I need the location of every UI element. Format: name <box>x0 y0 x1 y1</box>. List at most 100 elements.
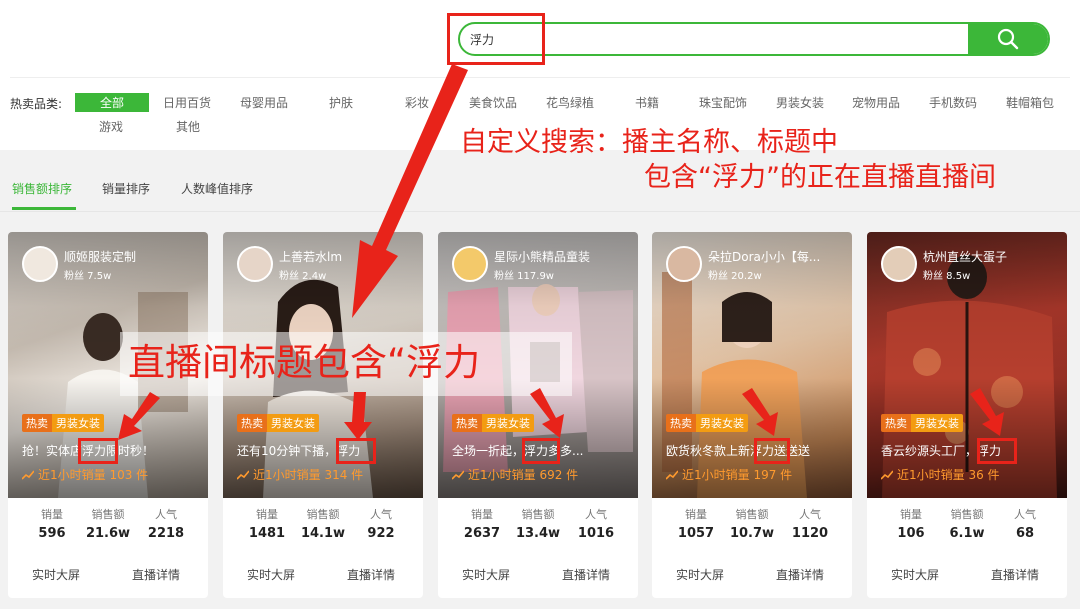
live-detail-link[interactable]: 直播详情 <box>132 566 180 583</box>
cover-image[interactable]: 杭州直丝大蛋子 粉丝 8.5w 热卖 男装女装 香云纱源头工厂，浮力 近1小时销… <box>867 232 1067 498</box>
category-skincare[interactable]: 护肤 <box>329 94 353 111</box>
hot-tag: 热卖 <box>666 414 696 432</box>
tab-sort-sales[interactable]: 销量排序 <box>102 180 150 197</box>
stat-value: 6.1w <box>949 526 985 541</box>
stat-label: 销售额 <box>521 508 555 521</box>
realtime-screen-link[interactable]: 实时大屏 <box>462 566 510 583</box>
live-room-card[interactable]: 上善若水lm 粉丝 2.4w 热卖 男装女装 还有10分钟下播，浮力 近1小时销… <box>223 232 423 598</box>
live-detail-link[interactable]: 直播详情 <box>347 566 395 583</box>
annotation-overlay-text: 直播间标题包含“浮力 <box>128 341 481 384</box>
hot-tag: 热卖 <box>881 414 911 432</box>
stat-value: 2218 <box>147 526 185 541</box>
search-button[interactable] <box>968 24 1048 54</box>
stat-value: 1481 <box>248 526 286 541</box>
category-tag: 男装女装 <box>911 414 963 432</box>
stats-row: 销量 1057 销售额 10.7w 人气 1120 <box>652 506 852 546</box>
anchor-name: 朵拉Dora小小【每... <box>708 250 821 264</box>
keyword-highlight-box <box>754 438 790 464</box>
realtime-screen-link[interactable]: 实时大屏 <box>247 566 295 583</box>
hourly-sales-text: 近1小时销量 36 件 <box>897 468 1000 482</box>
tag-group: 热卖 男装女装 <box>666 414 748 432</box>
stat-sales: 销量 1481 <box>237 506 297 541</box>
category-digital[interactable]: 手机数码 <box>929 94 977 111</box>
hourly-sales: 近1小时销量 103 件 <box>22 466 148 483</box>
avatar <box>452 246 488 282</box>
search-icon <box>997 28 1019 50</box>
category-makeup[interactable]: 彩妆 <box>405 94 429 111</box>
category-all[interactable]: 全部 <box>75 93 149 112</box>
active-tab-indicator <box>12 207 76 210</box>
hourly-sales-text: 近1小时销量 197 件 <box>682 468 793 482</box>
stat-label: 销售额 <box>735 508 769 521</box>
avatar <box>237 246 273 282</box>
stat-value: 68 <box>1015 526 1035 541</box>
category-plants[interactable]: 花鸟绿植 <box>546 94 594 111</box>
stat-popularity: 人气 2218 <box>136 506 196 541</box>
annotation-line-1: 自定义搜索：播主名称、标题中 <box>460 127 838 158</box>
stat-label: 人气 <box>1014 508 1036 521</box>
stat-value: 596 <box>38 526 66 541</box>
live-title: 还有10分钟下播，浮力 <box>237 444 361 458</box>
category-books[interactable]: 书籍 <box>635 94 659 111</box>
fans-count: 粉丝 7.5w <box>64 271 112 282</box>
tab-sort-revenue[interactable]: 销售额排序 <box>12 180 72 197</box>
stat-label: 销量 <box>256 508 278 521</box>
stat-value: 922 <box>367 526 395 541</box>
category-tag: 男装女装 <box>482 414 534 432</box>
keyword-highlight-box <box>336 438 376 464</box>
search-input[interactable] <box>470 24 970 54</box>
card-actions: 实时大屏 直播详情 <box>223 566 423 586</box>
card-actions: 实时大屏 直播详情 <box>8 566 208 586</box>
category-games[interactable]: 游戏 <box>99 118 123 135</box>
stat-sales: 销量 1057 <box>666 506 726 541</box>
stat-label: 人气 <box>585 508 607 521</box>
hourly-sales: 近1小时销量 36 件 <box>881 466 1000 483</box>
realtime-screen-link[interactable]: 实时大屏 <box>32 566 80 583</box>
live-room-card[interactable]: 顺姬服装定制 粉丝 7.5w 热卖 男装女装 抢！实体店浮力限时秒！ 近1小时销… <box>8 232 208 598</box>
tag-group: 热卖 男装女装 <box>452 414 534 432</box>
realtime-screen-link[interactable]: 实时大屏 <box>891 566 939 583</box>
live-room-card[interactable]: 杭州直丝大蛋子 粉丝 8.5w 热卖 男装女装 香云纱源头工厂，浮力 近1小时销… <box>867 232 1067 598</box>
trend-icon <box>22 469 34 480</box>
tag-group: 热卖 男装女装 <box>237 414 319 432</box>
divider <box>0 211 1080 212</box>
hourly-sales-text: 近1小时销量 692 件 <box>468 468 579 482</box>
live-detail-link[interactable]: 直播详情 <box>991 566 1039 583</box>
stats-row: 销量 106 销售额 6.1w 人气 68 <box>867 506 1067 546</box>
live-detail-link[interactable]: 直播详情 <box>562 566 610 583</box>
avatar <box>666 246 702 282</box>
avatar <box>22 246 58 282</box>
category-other[interactable]: 其他 <box>176 118 200 135</box>
category-shoes-bags[interactable]: 鞋帽箱包 <box>1006 94 1054 111</box>
tab-sort-peak[interactable]: 人数峰值排序 <box>181 180 253 197</box>
live-room-card[interactable]: 星际小熊精品童装 粉丝 117.9w 热卖 男装女装 全场一折起，浮力多多...… <box>438 232 638 598</box>
category-baby[interactable]: 母婴用品 <box>240 94 288 111</box>
stats-row: 销量 1481 销售额 14.1w 人气 922 <box>223 506 423 546</box>
category-clothing[interactable]: 男装女装 <box>776 94 824 111</box>
category-jewelry[interactable]: 珠宝配饰 <box>699 94 747 111</box>
live-detail-link[interactable]: 直播详情 <box>776 566 824 583</box>
live-title: 香云纱源头工厂，浮力 <box>881 444 1002 458</box>
avatar <box>881 246 917 282</box>
hourly-sales: 近1小时销量 197 件 <box>666 466 792 483</box>
stat-popularity: 人气 922 <box>351 506 411 541</box>
cover-image[interactable]: 朵拉Dora小小【每... 粉丝 20.2w 热卖 男装女装 欧货秋冬款上新浮力… <box>652 232 852 498</box>
stat-revenue: 销售额 10.7w <box>722 506 782 541</box>
trend-icon <box>452 469 464 480</box>
tag-group: 热卖 男装女装 <box>22 414 104 432</box>
stat-popularity: 人气 1016 <box>566 506 626 541</box>
live-room-card[interactable]: 朵拉Dora小小【每... 粉丝 20.2w 热卖 男装女装 欧货秋冬款上新浮力… <box>652 232 852 598</box>
category-tag: 男装女装 <box>696 414 748 432</box>
stat-label: 人气 <box>370 508 392 521</box>
search-box[interactable] <box>458 22 1050 56</box>
hourly-sales: 近1小时销量 314 件 <box>237 466 363 483</box>
category-tag: 男装女装 <box>267 414 319 432</box>
stat-label: 销量 <box>471 508 493 521</box>
category-tag: 男装女装 <box>52 414 104 432</box>
category-pets[interactable]: 宠物用品 <box>852 94 900 111</box>
realtime-screen-link[interactable]: 实时大屏 <box>676 566 724 583</box>
card-actions: 实时大屏 直播详情 <box>438 566 638 586</box>
hourly-sales-text: 近1小时销量 314 件 <box>253 468 364 482</box>
category-daily[interactable]: 日用百货 <box>163 94 211 111</box>
category-food[interactable]: 美食饮品 <box>469 94 517 111</box>
